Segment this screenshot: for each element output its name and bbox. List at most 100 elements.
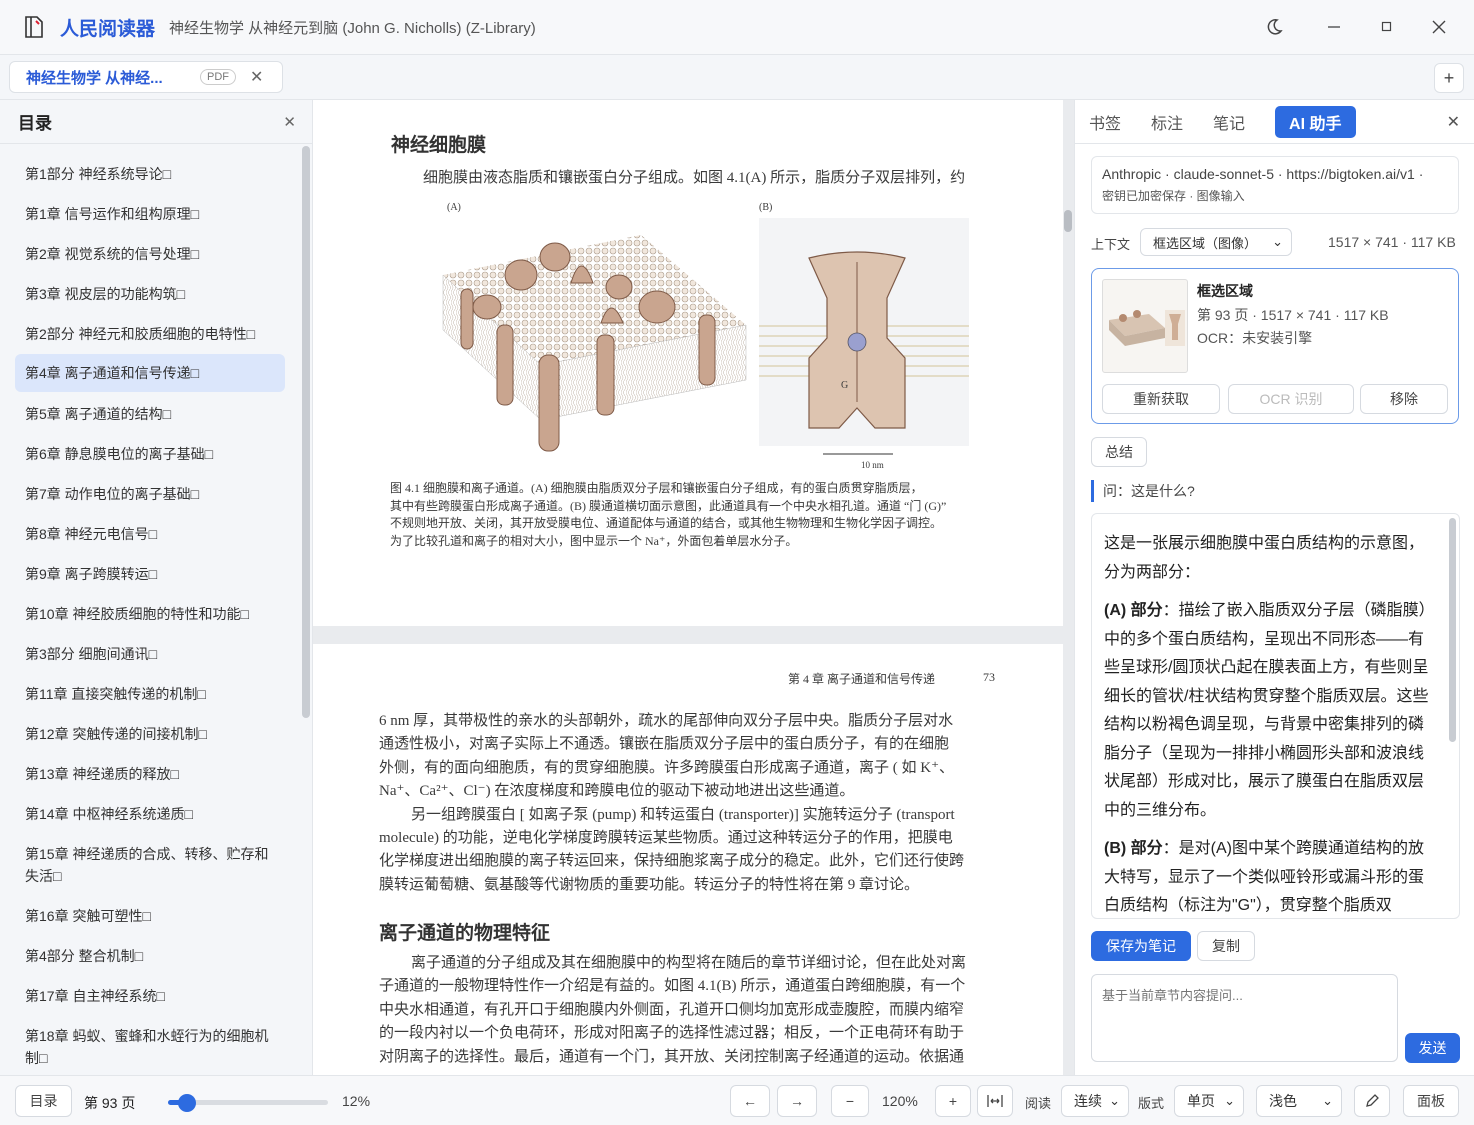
toc-scroll-thumb[interactable] [302, 146, 310, 718]
toc-item[interactable]: 第1部分 神经系统导论□ [15, 154, 285, 194]
toc-item[interactable]: 第2部分 神经元和胶质细胞的电特性□ [15, 314, 285, 354]
toc-item[interactable]: 第16章 突触可塑性□ [15, 896, 285, 936]
toc-item[interactable]: 第5章 离子通道的结构□ [15, 394, 285, 434]
send-button[interactable]: 发送 [1405, 1033, 1460, 1063]
close-window-icon[interactable] [1425, 13, 1453, 41]
toc-item[interactable]: 第12章 突触传递的间接机制□ [15, 714, 285, 754]
toc-item[interactable]: 第3章 视皮层的功能构筑□ [15, 274, 285, 314]
toc-item[interactable]: 第9章 离子跨膜转运□ [15, 554, 285, 594]
pdf-page-92: 神经细胞膜 细胞膜由液态脂质和镶嵌蛋白分子组成。如图 4.1(A) 所示，脂质分… [313, 100, 1063, 626]
answer-scroll-thumb[interactable] [1449, 518, 1456, 742]
caption-line: 不规则地开放、关闭，其开放受膜电位、通道配体与通道的结合，或其他生物物理和生物化… [390, 516, 943, 530]
tab-label: 神经生物学 从神经... [26, 69, 163, 87]
minus-icon: − [845, 1093, 855, 1109]
toc-item[interactable]: 第13章 神经递质的释放□ [15, 754, 285, 794]
remove-button[interactable]: 移除 [1360, 384, 1448, 414]
bottom-toolbar: 目录 第 93 页 12% ← → − 120% + 阅读 连续 ⌄ 版式 单页 ⌄… [0, 1075, 1474, 1125]
text-line: 膜转运葡萄糖、氨基酸等代谢物质的重要功能。转运分子的特性将在第 9 章讨论。 [379, 876, 920, 893]
viewer-scroll-thumb[interactable] [1064, 210, 1072, 232]
toc-item[interactable]: 第18章 蚂蚁、蜜蜂和水蛭行为的细胞机制□ [15, 1016, 285, 1078]
tab-annotations[interactable]: 标注 [1151, 110, 1183, 134]
viewer-scrollbar[interactable] [1062, 100, 1074, 1075]
fit-width-button[interactable] [977, 1085, 1013, 1117]
toc-item[interactable]: 第11章 直接突触传递的机制□ [15, 674, 285, 714]
answer-b-label: (B) 部分 [1104, 840, 1163, 857]
text-line: 外侧，有的面向细胞质，有的贯穿细胞膜。许多跨膜蛋白形成离子通道，离子 ( 如 K… [379, 759, 954, 776]
toc-item[interactable]: 第1章 信号运作和组构原理□ [15, 194, 285, 234]
add-tab-button[interactable]: + [1434, 63, 1464, 93]
panel-toggle-button[interactable]: 面板 [1403, 1085, 1459, 1117]
progress-percent: 12% [342, 1093, 371, 1109]
section-heading-2: 离子通道的物理特征 [379, 923, 551, 944]
zoom-level: 120% [882, 1093, 918, 1109]
toc-item[interactable]: 第3部分 细胞间通讯□ [15, 634, 285, 674]
tab-close-icon[interactable]: ✕ [250, 67, 263, 87]
toc-item[interactable]: 第4部分 整合机制□ [15, 936, 285, 976]
answer-a-text: ：描绘了嵌入脂质双分子层（磷脂膜）中的多个蛋白质结构，呈现出不同形态——有些呈球… [1104, 602, 1435, 819]
cell-membrane-figure-a [442, 235, 747, 452]
toc-toggle-button[interactable]: 目录 [15, 1085, 72, 1117]
side-panel-close-icon[interactable]: ✕ [1447, 112, 1460, 132]
document-tab-bar: 神经生物学 从神经... PDF ✕ + [0, 55, 1474, 100]
user-question: 问：这是什么? [1091, 480, 1195, 502]
text-line: 对阴离子的选择性。最后，通道有一个门，其开放、关闭控制离子经通道的运动。依据通 [379, 1048, 965, 1065]
context-label: 上下文 [1091, 237, 1131, 252]
read-mode-select[interactable]: 连续 ⌄ [1061, 1085, 1129, 1117]
toc-item[interactable]: 第6章 静息膜电位的离子基础□ [15, 434, 285, 474]
toc-scrollbar[interactable] [300, 144, 312, 1075]
dark-mode-moon-icon[interactable] [1260, 13, 1288, 41]
scale-bar-label: 10 nm [861, 460, 884, 470]
toc-item[interactable]: 第2章 视觉系统的信号处理□ [15, 234, 285, 274]
minimize-icon[interactable] [1320, 13, 1348, 41]
answer-part-a: (A) 部分：描绘了嵌入脂质双分子层（磷脂膜）中的多个蛋白质结构，呈现出不同形态… [1104, 597, 1436, 825]
ocr-button[interactable]: OCR 识别 [1228, 384, 1354, 414]
answer-intro: 这是一张展示细胞膜中蛋白质结构的示意图，分为两部分： [1104, 535, 1425, 581]
context-select[interactable]: 框选区域（图像） ⌄ [1140, 228, 1292, 256]
save-as-note-button[interactable]: 保存为笔记 [1091, 931, 1191, 961]
selection-card: 框选区域 第 93 页 · 1517 × 741 · 117 KB OCR：未安… [1091, 268, 1459, 424]
theme-select[interactable]: 浅色 ⌄ [1256, 1085, 1342, 1117]
body-text: 6 nm 厚，其带极性的亲水的头部朝外，疏水的尾部伸向双分子层中央。脂质分子层对… [379, 710, 964, 897]
selection-title: 框选区域 [1197, 283, 1253, 299]
toc-item-active[interactable]: 第4章 离子通道和信号传递□ [15, 354, 285, 392]
text-line: molecule) 的功能，逆电化学梯度跨膜转运某些物质。通过这种转运分子的作用… [379, 830, 953, 847]
side-panel-tabs: 书签 标注 笔记 AI 助手 [1075, 100, 1474, 144]
tab-bookmarks[interactable]: 书签 [1089, 110, 1121, 134]
text-line: 6 nm 厚，其带极性的亲水的头部朝外，疏水的尾部伸向双分子层中央。脂质分子层对… [379, 713, 954, 729]
summary-button[interactable]: 总结 [1091, 437, 1147, 467]
toc-item[interactable]: 第7章 动作电位的离子基础□ [15, 474, 285, 514]
refetch-button[interactable]: 重新获取 [1102, 384, 1220, 414]
thumbnail-image [1109, 310, 1185, 346]
copy-button[interactable]: 复制 [1197, 931, 1255, 961]
side-panel: 书签 标注 笔记 AI 助手 ✕ Anthropic · claude-sonn… [1074, 100, 1474, 1075]
prev-page-button[interactable]: ← [730, 1085, 770, 1117]
chevron-down-icon: ⌄ [1109, 1093, 1120, 1108]
text-line: 中央水相通道，有孔开口于细胞膜内外侧面，孔道开口侧均加宽形成壶腹腔，而膜内缩窄 [379, 1001, 965, 1018]
toc-item[interactable]: 第17章 自主神经系统□ [15, 976, 285, 1016]
caption-line: 为了比较孔道和离子的相对大小，图中显示一个 Na⁺，外面包着单层水分子。 [390, 533, 798, 548]
document-tab[interactable]: 神经生物学 从神经... PDF ✕ [9, 61, 283, 93]
toc-item[interactable]: 第10章 神经胶质细胞的特性和功能□ [15, 594, 285, 634]
tab-ai-assistant[interactable]: AI 助手 [1275, 105, 1356, 138]
toc-item[interactable]: 第15章 神经递质的合成、转移、贮存和失活□ [15, 834, 285, 896]
context-select-value: 框选区域（图像） [1153, 235, 1258, 251]
layout-select[interactable]: 单页 ⌄ [1174, 1085, 1244, 1117]
model-info: Anthropic · claude-sonnet-5 · https://bi… [1102, 166, 1424, 182]
ai-answer: 这是一张展示细胞膜中蛋白质结构的示意图，分为两部分： (A) 部分：描绘了嵌入脂… [1104, 530, 1436, 918]
tab-notes[interactable]: 笔记 [1213, 110, 1245, 134]
next-page-button[interactable]: → [777, 1085, 817, 1117]
toc-close-icon[interactable]: ✕ [283, 113, 296, 131]
toc-item[interactable]: 第8章 神经元电信号□ [15, 514, 285, 554]
text-line: 化学梯度进出细胞膜的离子转运回来，保持细胞浆离子成分的稳定。此外，它们还行使跨 [379, 853, 965, 870]
pdf-viewer[interactable]: 神经细胞膜 细胞膜由液态脂质和镶嵌蛋白分子组成。如图 4.1(A) 所示，脂质分… [313, 100, 1074, 1075]
progress-knob[interactable] [178, 1094, 197, 1112]
model-info-card: Anthropic · claude-sonnet-5 · https://bi… [1091, 156, 1459, 214]
question-input[interactable] [1091, 974, 1398, 1062]
zoom-in-button[interactable]: + [935, 1085, 971, 1117]
zoom-out-button[interactable]: − [831, 1085, 869, 1117]
toc-item[interactable]: 第14章 中枢神经系统递质□ [15, 794, 285, 834]
chevron-down-icon: ⌄ [1322, 1093, 1333, 1108]
page-progress-slider[interactable] [168, 1094, 328, 1112]
maximize-icon[interactable] [1373, 13, 1401, 41]
annotate-button[interactable] [1354, 1085, 1390, 1117]
